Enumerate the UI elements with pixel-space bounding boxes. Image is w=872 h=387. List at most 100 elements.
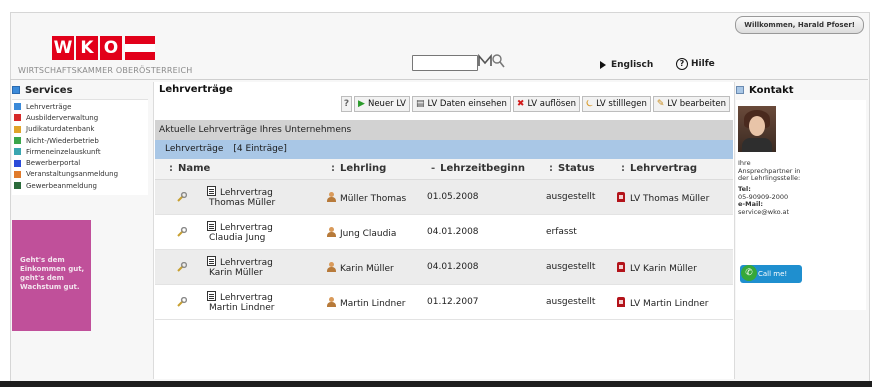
welcome-button[interactable]: Willkommen, Harald Pfoser! [735,16,864,34]
toolbar-help-button[interactable]: ? [340,96,353,112]
edit-lv-button[interactable]: ✎ LV bearbeiten [652,96,730,112]
main-panel: Lehrverträge ? ▶ Neuer LV ▤ LV Daten einse… [153,82,735,379]
sort-handle-icon: : [621,163,625,174]
language-link[interactable]: Englisch [600,60,653,70]
sidebar-item-firmeneinzelauskunft[interactable]: Firmeneinzelauskunft [12,146,148,157]
column-lehrvertrag[interactable]: : Lehrvertrag [621,159,697,179]
dissolve-lv-button[interactable]: ✖ LV auflösen [512,96,580,112]
column-lehrling[interactable]: : Lehrling [331,159,386,179]
play-arrow-icon [600,61,606,69]
person-icon [327,227,336,237]
book-icon: ▤ [416,99,425,109]
sidebar-item-label: Nicht-/Wiederbetrieb [26,136,99,145]
lehrling-link[interactable]: Martin Lindner [327,297,405,309]
new-lv-label: Neuer LV [367,99,406,109]
edit-wrench-icon[interactable] [177,192,187,202]
services-sidebar: Services Lehrverträge Ausbilderverwaltun… [12,82,148,378]
sidebar-item-ausbilderverwaltung[interactable]: Ausbilderverwaltung [12,112,148,123]
lv-document-icon [617,297,625,307]
search-input[interactable] [412,55,478,71]
lv-document-link[interactable]: LV Thomas Müller [617,192,709,204]
view-lv-data-label: LV Daten einsehen [427,99,507,109]
column-status[interactable]: : Status [549,159,595,179]
contract-link[interactable]: Lehrvertrag [207,186,273,198]
column-lehrzeitbeginn-label: Lehrzeitbeginn [440,163,525,174]
status-value: erfasst [546,227,577,237]
contact-line: der Lehrlingsstelle: [738,174,801,182]
toolbar-help-icon: ? [343,99,350,109]
lv-document-icon [617,262,625,272]
section-header: Aktuelle Lehrverträge Ihres Unternehmens [155,120,733,140]
sidebar-item-label: Veranstaltungsanmeldung [26,170,119,179]
new-lv-button[interactable]: ▶ Neuer LV [354,96,410,112]
call-me-button[interactable]: ✆ Call me! [740,265,802,283]
phone-icon: ✆ [741,265,757,281]
status-value: ausgestellt [546,262,596,272]
contract-link[interactable]: Lehrvertrag [207,221,273,233]
table-row[interactable]: Lehrvertrag Martin Lindner Martin Lindne… [155,285,733,320]
column-lehrvertrag-label: Lehrvertrag [630,163,698,174]
sidebar-item-label: Bewerberportal [26,159,81,168]
contract-person: Martin Lindner [209,303,275,313]
help-link[interactable]: ? Hilfe [676,58,715,70]
table-row[interactable]: Lehrvertrag Thomas Müller Müller Thomas … [155,180,733,215]
lv-document-label: LV Martin Lindner [630,299,709,309]
edit-wrench-icon[interactable] [177,262,187,272]
sidebar-item-label: Lehrverträge [26,102,72,111]
sidebar-item-label: Ausbilderverwaltung [26,113,99,122]
sort-handle-icon: : [169,163,173,174]
services-list: Lehrverträge Ausbilderverwaltung Judikat… [12,99,148,196]
sidebar-item-lehrvertraege[interactable]: Lehrverträge [12,101,148,112]
sidebar-item-gewerbeanmeldung[interactable]: Gewerbeanmeldung [12,180,148,191]
record-count-bar: Lehrverträge [4 Einträge] [155,140,733,159]
edit-icon: ✎ [656,99,665,109]
contact-header: Kontakt [736,82,866,98]
contract-doc-label: Lehrvertrag [220,188,273,198]
search-logo-icon[interactable] [477,52,505,70]
toolbar: ? ▶ Neuer LV ▤ LV Daten einsehen ✖ LV auflö… [340,96,730,112]
lehrling-link[interactable]: Jung Claudia [327,227,396,239]
table-row[interactable]: Lehrvertrag Karin Müller Karin Müller 04… [155,250,733,285]
sidebar-item-veranstaltungsanmeldung[interactable]: Veranstaltungsanmeldung [12,169,148,180]
document-icon [207,291,216,301]
service-icon [14,125,21,133]
austria-flag-icon [125,36,155,60]
sidebar-item-nicht-wiederbetrieb[interactable]: Nicht-/Wiederbetrieb [12,135,148,146]
language-label: Englisch [611,60,654,70]
lv-document-link[interactable]: LV Martin Lindner [617,297,709,309]
services-header: Services [12,82,148,98]
service-icon [14,103,21,111]
services-icon [12,86,20,94]
pause-icon: ⏾ [585,99,594,109]
brand-subtitle: WIRTSCHAFTSKAMMER OBERÖSTERREICH [18,66,193,75]
contract-link[interactable]: Lehrvertrag [207,256,273,268]
logo-letter-o: O [100,36,122,60]
contract-person: Karin Müller [209,268,263,278]
lehrling-link[interactable]: Müller Thomas [327,192,406,204]
column-name[interactable]: : Name [169,159,210,179]
contract-link[interactable]: Lehrvertrag [207,291,273,303]
sidebar-item-label: Firmeneinzelauskunft [26,147,101,156]
sidebar-item-bewerberportal[interactable]: Bewerberportal [12,157,148,168]
play-icon: ▶ [358,99,365,109]
edit-wrench-icon[interactable] [177,297,187,307]
suspend-lv-button[interactable]: ⏾ LV stilllegen [581,96,651,112]
sidebar-item-judikaturdatenbank[interactable]: Judikaturdatenbank [12,124,148,135]
promo-banner[interactable]: Geht's dem Einkommen gut, geht's dem Wac… [12,220,91,331]
column-lehrzeitbeginn[interactable]: - Lehrzeitbeginn [431,159,525,179]
lehrling-name: Karin Müller [340,264,394,274]
lehrling-link[interactable]: Karin Müller [327,262,394,274]
logo-letter-k: K [76,36,98,60]
wko-logo[interactable]: W K O [52,36,155,60]
service-icon [14,170,21,178]
call-me-label: Call me! [758,270,788,278]
lv-document-link[interactable]: LV Karin Müller [617,262,697,274]
page-title: Lehrverträge [159,84,233,95]
service-icon [14,114,21,122]
mail-link[interactable]: service@wko.at [738,208,789,217]
view-lv-data-button[interactable]: ▤ LV Daten einsehen [412,96,511,112]
sidebar-item-label: Judikaturdatenbank [26,125,95,134]
table-row[interactable]: Lehrvertrag Claudia Jung Jung Claudia 04… [155,215,733,250]
edit-wrench-icon[interactable] [177,227,187,237]
contract-person: Claudia Jung [209,233,266,243]
